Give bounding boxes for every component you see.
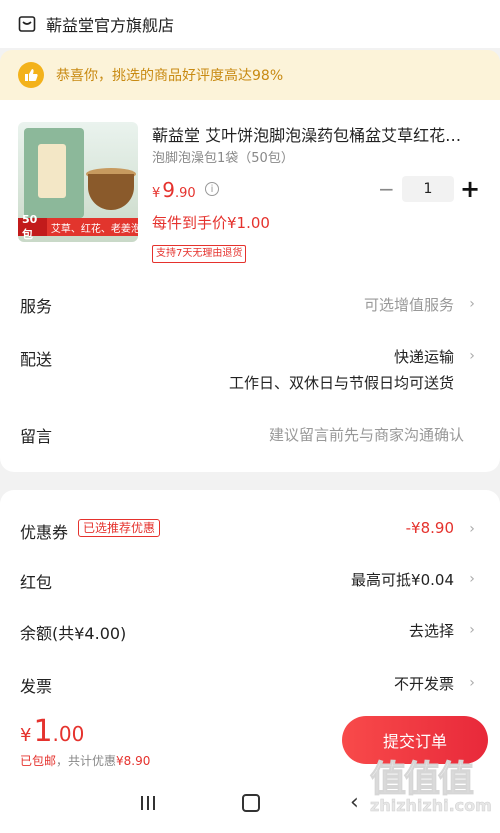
- redpacket-label: 红包: [20, 573, 53, 592]
- invoice-chevron-icon[interactable]: ›: [466, 675, 478, 691]
- redpacket-value[interactable]: 最高可抵¥0.04: [351, 569, 454, 590]
- shipping-note: 已包邮: [20, 754, 57, 768]
- basin: [88, 174, 134, 210]
- image-tag-text: 艾草、红花、老姜泡脚粉: [50, 223, 138, 235]
- recent-apps-icon[interactable]: [138, 794, 158, 812]
- price-info-icon[interactable]: i: [205, 182, 219, 196]
- invoice-label: 发票: [20, 677, 53, 696]
- invoice-value[interactable]: 不开发票: [394, 673, 454, 694]
- order-total: ¥ 1 .00: [20, 714, 84, 749]
- home-icon[interactable]: [242, 794, 260, 812]
- coupon-chevron-icon[interactable]: ›: [466, 521, 478, 537]
- product-price: ¥ 9 .90: [152, 178, 196, 202]
- store-name: 蕲益堂官方旗舰店: [46, 16, 175, 35]
- product-sku[interactable]: 泡脚泡澡包1袋（50包）: [152, 147, 294, 166]
- total-integer: 1: [33, 714, 53, 749]
- order-card: 50包 艾草、红花、老姜泡脚粉 蕲益堂 艾叶饼泡脚泡澡药包桶盆艾草红花… 泡脚泡…: [0, 100, 500, 472]
- praise-banner: 恭喜你，挑选的商品好评度高达98%: [0, 50, 500, 100]
- thumbs-up-icon: [18, 62, 44, 88]
- product-title[interactable]: 蕲益堂 艾叶饼泡脚泡澡药包桶盆艾草红花…: [152, 122, 482, 146]
- return-policy-badge: 支持7天无理由退货: [152, 245, 247, 263]
- price-decimal: .90: [175, 186, 196, 201]
- total-decimal: .00: [52, 722, 85, 746]
- total-symbol: ¥: [20, 725, 32, 746]
- quantity-field[interactable]: 1: [402, 176, 454, 202]
- store-icon: [18, 16, 36, 32]
- service-value[interactable]: 可选增值服务: [364, 294, 454, 315]
- service-label: 服务: [20, 297, 53, 316]
- balance-label: 余额(共¥4.00): [20, 624, 127, 643]
- delivery-note: 工作日、双休日与节假日均可送货: [228, 374, 454, 392]
- message-label: 留言: [20, 427, 53, 446]
- coupon-recommend-tag: 已选推荐优惠: [78, 519, 161, 537]
- delivery-label: 配送: [20, 350, 53, 369]
- balance-value[interactable]: 去选择: [409, 620, 454, 641]
- total-summary: 已包邮，共计优惠¥8.90: [20, 752, 150, 769]
- discount-card: 优惠券 已选推荐优惠 -¥8.90 › 红包 最高可抵¥0.04 › 余额(共¥…: [0, 490, 500, 715]
- watermark: 值值值 zhizhizhi.com: [369, 750, 496, 830]
- unit-final-price: 每件到手价¥1.00: [152, 214, 270, 232]
- coupon-label: 优惠券: [20, 523, 69, 542]
- banner-text: 恭喜你，挑选的商品好评度高达98%: [56, 68, 284, 84]
- delivery-value[interactable]: 快递运输: [394, 346, 454, 367]
- image-tag-count: 50包: [18, 213, 47, 241]
- discount-note: ，共计优惠: [56, 754, 117, 768]
- coupon-value[interactable]: -¥8.90: [406, 519, 454, 537]
- product-image[interactable]: 50包 艾草、红花、老姜泡脚粉: [18, 122, 138, 242]
- watermark-glyphs: 值值值: [369, 759, 474, 801]
- quantity-decrease-button[interactable]: −: [378, 179, 395, 199]
- message-input[interactable]: 建议留言前先与商家沟通确认: [269, 424, 464, 445]
- quantity-increase-button[interactable]: +: [460, 176, 480, 202]
- redpacket-chevron-icon[interactable]: ›: [466, 571, 478, 587]
- discount-value: ¥8.90: [116, 754, 151, 768]
- delivery-chevron-icon[interactable]: ›: [466, 348, 478, 364]
- back-icon[interactable]: ‹: [350, 792, 370, 814]
- service-chevron-icon[interactable]: ›: [466, 296, 478, 312]
- balance-chevron-icon[interactable]: ›: [466, 622, 478, 638]
- watermark-url: zhizhizhi.com: [370, 796, 492, 816]
- store-header[interactable]: 蕲益堂官方旗舰店: [0, 0, 500, 48]
- price-symbol: ¥: [152, 186, 161, 201]
- image-promo-tag: 50包 艾草、红花、老姜泡脚粉: [18, 213, 138, 241]
- product-package-label: [38, 144, 66, 198]
- price-integer: 9: [162, 178, 176, 202]
